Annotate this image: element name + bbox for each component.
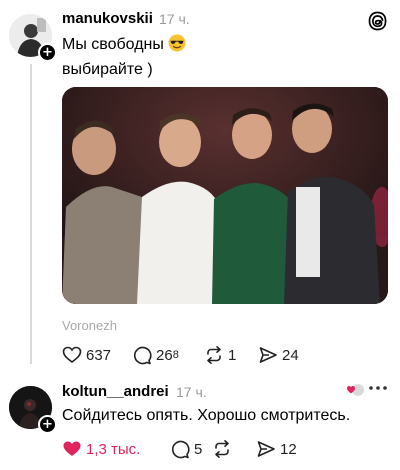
like-button[interactable]: 637 bbox=[62, 344, 111, 366]
share-button[interactable]: 24 bbox=[258, 344, 299, 366]
share-button[interactable]: 12 bbox=[256, 438, 297, 460]
repost-icon bbox=[215, 440, 229, 458]
share-icon bbox=[259, 347, 277, 363]
timestamp: 17 ч. bbox=[159, 11, 190, 27]
comment-count: 26 bbox=[156, 346, 173, 364]
repost-icon bbox=[207, 346, 221, 364]
thread-line bbox=[30, 64, 32, 364]
comment-count-superscript: 8 bbox=[172, 349, 179, 361]
username[interactable]: koltun__andrei bbox=[62, 383, 169, 400]
like-count: 1,3 тыс. bbox=[86, 440, 141, 458]
comment-icon bbox=[172, 440, 190, 459]
post-photo[interactable] bbox=[62, 87, 388, 304]
heart-icon bbox=[62, 346, 82, 364]
share-count: 24 bbox=[282, 346, 299, 364]
timestamp: 17 ч. bbox=[176, 384, 207, 400]
reply-text: Сойдитесь опять. Хорошо смотритесь. bbox=[62, 407, 351, 424]
share-count: 12 bbox=[280, 440, 297, 458]
like-count: 637 bbox=[86, 346, 112, 364]
more-icon[interactable] bbox=[368, 383, 388, 393]
follow-plus-icon[interactable]: + bbox=[38, 415, 57, 434]
share-icon bbox=[257, 441, 275, 457]
comment-icon bbox=[134, 346, 152, 365]
post-text: Мы свободны выбирайте ) bbox=[62, 34, 186, 81]
location-label[interactable]: Voronezh bbox=[62, 318, 117, 333]
author-liked-icon bbox=[345, 382, 366, 398]
follow-plus-icon[interactable]: + bbox=[38, 43, 57, 62]
sunglasses-face-icon bbox=[168, 34, 186, 59]
username[interactable]: manukovskii bbox=[62, 10, 153, 27]
post-text-line: выбирайте ) bbox=[62, 61, 153, 78]
post-actions: 637 26 8 1 24 bbox=[62, 344, 382, 366]
thread-post: + manukovskii 17 ч. Мы свободны выбирайт… bbox=[0, 0, 400, 372]
like-button[interactable]: 1,3 тыс. bbox=[62, 438, 140, 460]
repost-count: 1 bbox=[228, 346, 237, 364]
heart-icon bbox=[63, 441, 81, 456]
repost-button[interactable]: 1 bbox=[204, 344, 236, 366]
reply-actions: 1,3 тыс. 5 12 bbox=[62, 438, 382, 460]
comment-button[interactable]: 5 bbox=[170, 438, 202, 460]
threads-logo-icon[interactable] bbox=[368, 11, 388, 31]
comment-button[interactable]: 26 8 bbox=[132, 344, 179, 366]
comment-count: 5 bbox=[194, 440, 203, 458]
post-text-line: Мы свободны bbox=[62, 36, 164, 53]
repost-button[interactable] bbox=[212, 438, 236, 460]
